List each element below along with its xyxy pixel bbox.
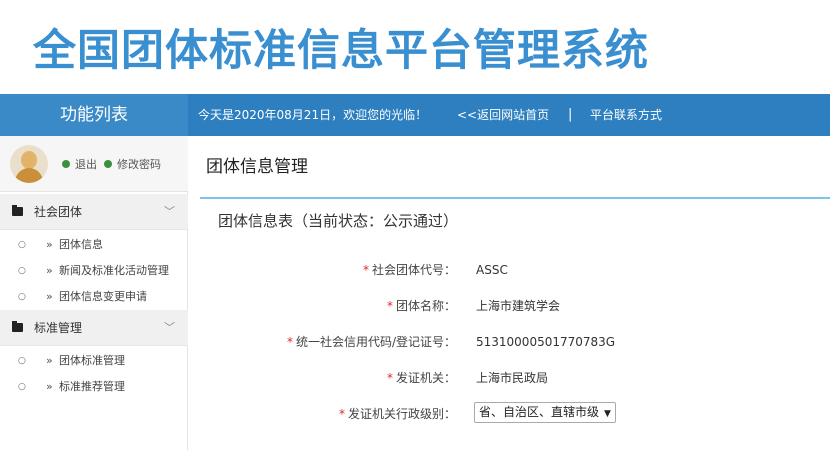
status-dot-icon	[104, 160, 112, 168]
bullet-icon: ○	[18, 266, 26, 276]
sidebar-item-standard-mgmt[interactable]: ○ » 团体标准管理	[0, 348, 188, 374]
form-row-org-name: * 团体名称： 上海市建筑学会	[188, 294, 830, 318]
logout-label: 退出	[75, 158, 97, 171]
title-divider	[200, 197, 830, 199]
sidebar-group-social-org[interactable]: 社会团体 ﹀	[0, 194, 188, 230]
chevron-down-icon: ﹀	[164, 321, 175, 334]
main-content: 团体信息管理 团体信息表（当前状态：公示通过） * 社会团体代号： ASSC * 团…	[188, 136, 830, 450]
required-asterisk: *	[386, 371, 393, 385]
chevron-down-icon: ﹀	[164, 205, 175, 218]
sidebar-item-label: 团体信息	[59, 238, 103, 251]
field-value: 上海市建筑学会	[476, 299, 561, 313]
sidebar-item-recommend-mgmt[interactable]: ○ » 标准推荐管理	[0, 374, 188, 400]
double-chevron-right-icon: »	[46, 264, 53, 277]
table-title: 团体信息表（当前状态：公示通过）	[218, 212, 459, 230]
folder-icon	[12, 321, 23, 332]
field-label: * 发证机关行政级别：	[338, 407, 456, 421]
form-row-issuing-authority: * 发证机关： 上海市民政局	[188, 366, 830, 390]
logout-link[interactable]: 退出	[62, 156, 97, 172]
double-chevron-right-icon: »	[46, 354, 53, 367]
bullet-icon: ○	[18, 292, 26, 302]
page-title: 团体信息管理	[206, 157, 308, 177]
contact-link[interactable]: 平台联系方式	[590, 94, 662, 136]
form-row-admin-level: * 发证机关行政级别： 省、自治区、直辖市级 ▼	[188, 402, 830, 426]
sidebar-item-label: 团体标准管理	[59, 354, 125, 367]
bullet-icon: ○	[18, 240, 26, 250]
sidebar-item-news-activities[interactable]: ○ » 新闻及标准化活动管理	[0, 258, 188, 284]
required-asterisk: *	[338, 407, 345, 421]
bullet-icon: ○	[18, 356, 26, 366]
return-home-link[interactable]: <<返回网站首页	[457, 94, 549, 136]
sidebar: 退出 修改密码 社会团体 ﹀ ○ » 团体信息 ○ » 新闻及标准化活动管理 ○…	[0, 136, 188, 450]
double-chevron-right-icon: »	[46, 238, 53, 251]
field-label: * 团体名称：	[386, 299, 456, 313]
required-asterisk: *	[286, 335, 293, 349]
folder-icon	[12, 205, 23, 216]
top-bar: 功能列表 今天是2020年08月21日，欢迎您的光临！ <<返回网站首页 | 平…	[0, 94, 830, 136]
sidebar-group-label: 社会团体	[34, 205, 83, 219]
form-row-credit-code: * 统一社会信用代码/登记证号： 51310000501770783G	[188, 330, 830, 354]
site-title: 全国团体标准信息平台管理系统	[33, 26, 649, 76]
sidebar-group-label: 标准管理	[34, 321, 83, 335]
function-list-title: 功能列表	[0, 94, 188, 136]
double-chevron-right-icon: »	[46, 380, 53, 393]
status-dot-icon	[62, 160, 70, 168]
dropdown-caret-icon: ▼	[604, 409, 611, 419]
double-chevron-right-icon: »	[46, 290, 53, 303]
sidebar-item-label: 新闻及标准化活动管理	[59, 264, 169, 277]
required-asterisk: *	[362, 263, 369, 277]
field-label: * 发证机关：	[386, 371, 456, 385]
sidebar-item-change-request[interactable]: ○ » 团体信息变更申请	[0, 284, 188, 310]
field-label: * 统一社会信用代码/登记证号：	[286, 335, 456, 349]
sidebar-group-standards[interactable]: 标准管理 ﹀	[0, 310, 188, 346]
user-box: 退出 修改密码	[0, 136, 188, 192]
welcome-text: 今天是2020年08月21日，欢迎您的光临！	[198, 108, 428, 122]
field-value: ASSC	[476, 263, 508, 277]
field-value: 上海市民政局	[476, 371, 549, 385]
change-password-link[interactable]: 修改密码	[104, 156, 161, 172]
bullet-icon: ○	[18, 382, 26, 392]
form-row-org-code: * 社会团体代号： ASSC	[188, 258, 830, 282]
separator: |	[568, 107, 573, 122]
header: 全国团体标准信息平台管理系统	[0, 0, 830, 94]
field-value: 51310000501770783G	[476, 335, 616, 349]
field-label: * 社会团体代号：	[362, 263, 456, 277]
sidebar-item-label: 标准推荐管理	[59, 380, 125, 393]
avatar	[10, 145, 48, 183]
admin-level-select[interactable]: 省、自治区、直辖市级 ▼	[474, 402, 616, 423]
change-password-label: 修改密码	[117, 158, 161, 171]
sidebar-item-label: 团体信息变更申请	[59, 290, 147, 303]
sidebar-item-org-info[interactable]: ○ » 团体信息	[0, 232, 188, 258]
required-asterisk: *	[386, 299, 393, 313]
